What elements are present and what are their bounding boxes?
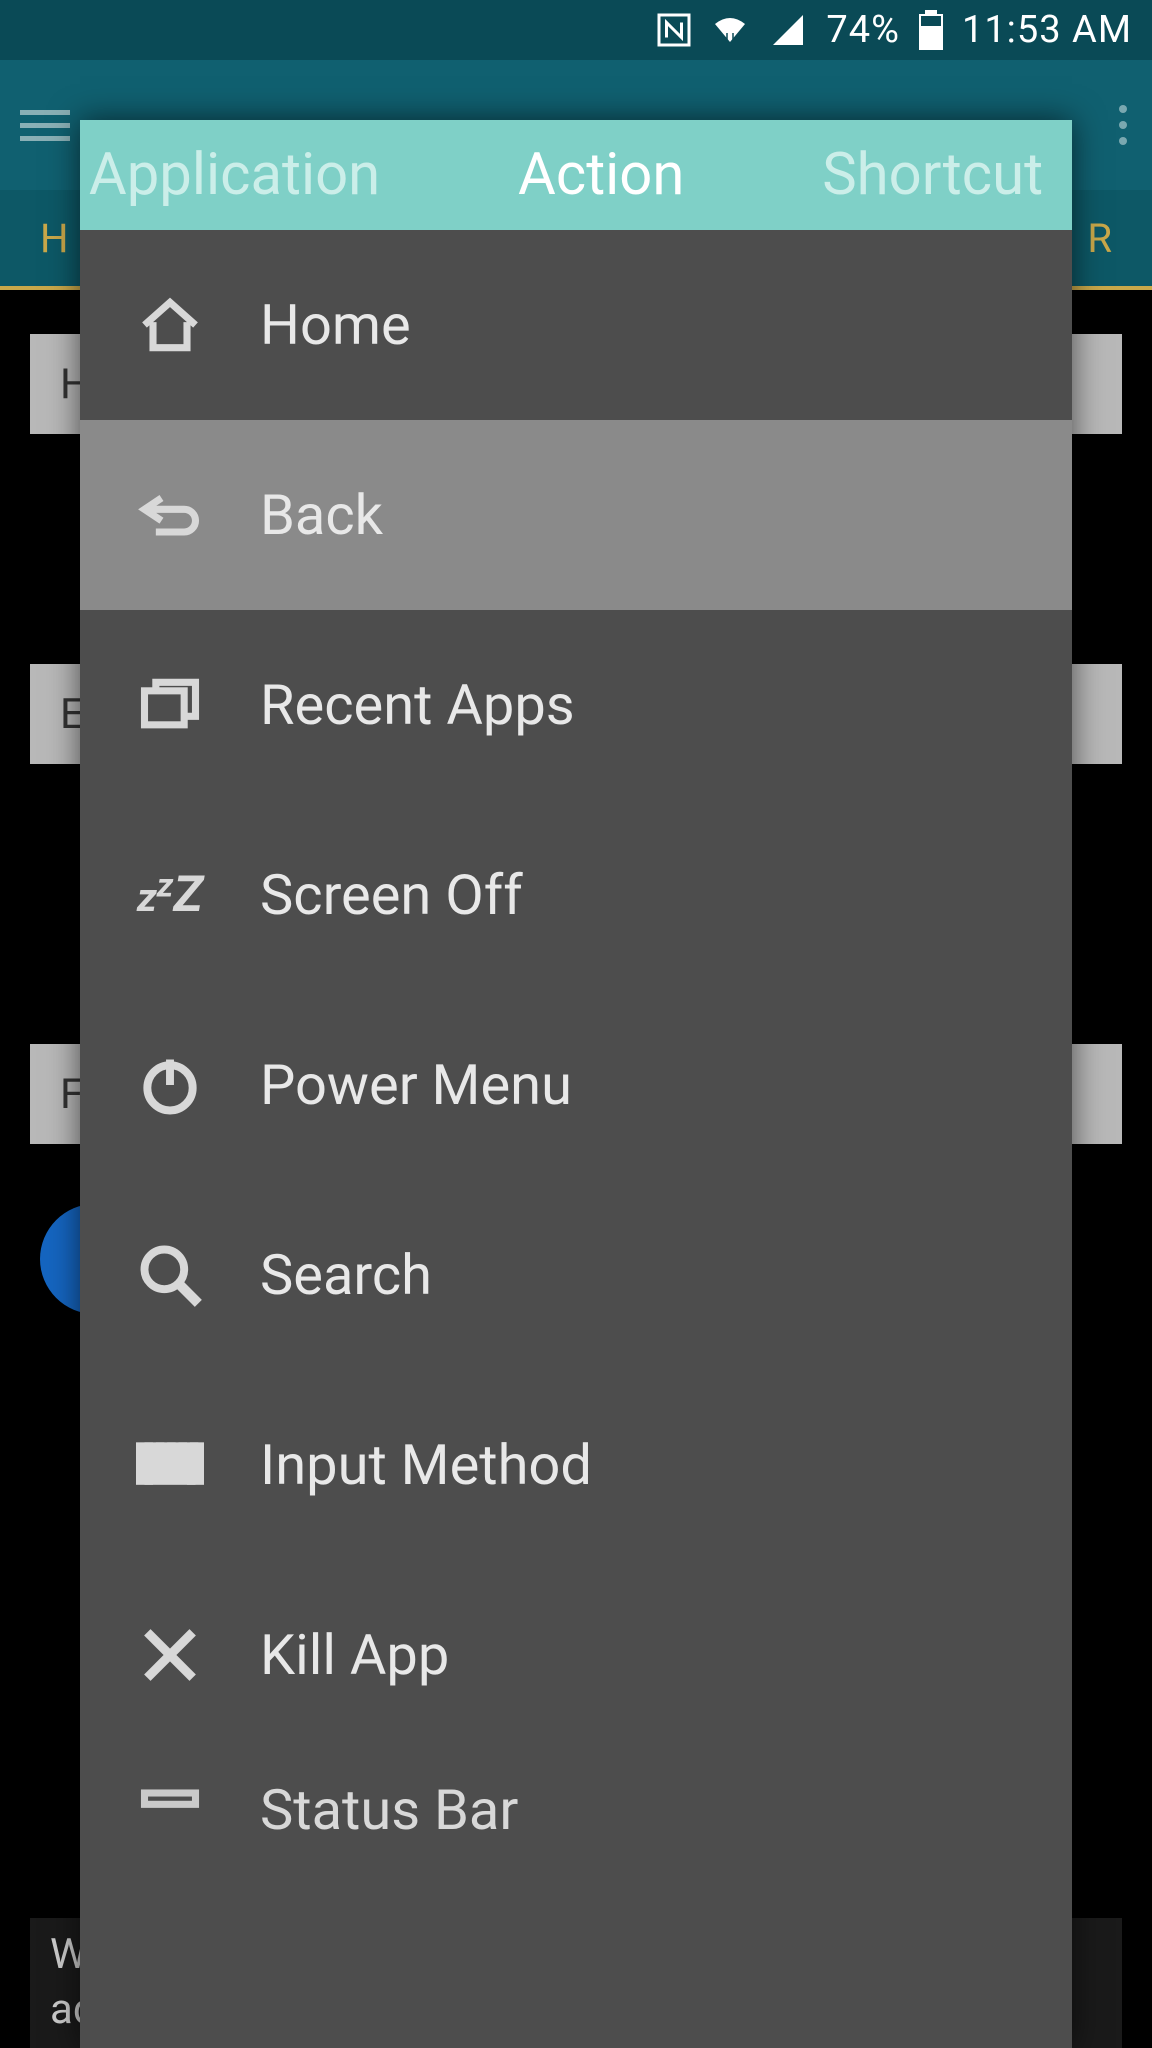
tab-action[interactable]: Action [508,141,694,209]
action-label: Power Menu [260,1052,572,1118]
sleep-icon: zzZ [130,855,210,935]
action-label: Search [260,1242,432,1308]
home-icon [130,285,210,365]
action-screen-off[interactable]: zzZ Screen Off [80,800,1072,990]
signal-icon [768,12,808,48]
tab-shortcut[interactable]: Shortcut [812,141,1053,209]
action-label: Recent Apps [260,672,575,738]
status-time: 11:53 AM [962,8,1132,52]
search-icon [130,1235,210,1315]
status-bar: 74% 11:53 AM [0,0,1152,60]
action-label: Status Bar [260,1777,518,1843]
action-home[interactable]: Home [80,230,1072,420]
bg-tab-right: R [1087,215,1112,262]
action-back[interactable]: Back [80,420,1072,610]
status-bar-icon [130,1770,210,1850]
action-label: Input Method [260,1432,592,1498]
nfc-icon [656,12,692,48]
action-label: Kill App [260,1622,449,1688]
dialog-tabs: Application Action Shortcut [80,120,1072,230]
back-icon [130,475,210,555]
action-search[interactable]: Search [80,1180,1072,1370]
action-recent-apps[interactable]: Recent Apps [80,610,1072,800]
battery-percent: 74% [826,8,900,52]
action-label: Back [260,482,383,548]
power-icon [130,1045,210,1125]
close-icon [130,1615,210,1695]
action-power-menu[interactable]: Power Menu [80,990,1072,1180]
action-list: Home Back Recent Apps zzZ Screen Off Pow… [80,230,1072,2048]
tab-application[interactable]: Application [80,141,390,209]
action-input-method[interactable]: Input Method [80,1370,1072,1560]
action-kill-app[interactable]: Kill App [80,1560,1072,1750]
bg-tab-left: H [40,215,69,262]
wifi-icon [710,12,750,48]
recent-apps-icon [130,665,210,745]
keyboard-icon [130,1425,210,1505]
menu-icon[interactable] [20,110,70,141]
overflow-icon[interactable] [1119,105,1127,145]
battery-icon [918,10,944,50]
action-label: Home [260,292,411,358]
action-status-bar[interactable]: Status Bar [80,1750,1072,1870]
action-label: Screen Off [260,862,523,928]
action-dialog: Application Action Shortcut Home Back Re… [80,120,1072,2048]
